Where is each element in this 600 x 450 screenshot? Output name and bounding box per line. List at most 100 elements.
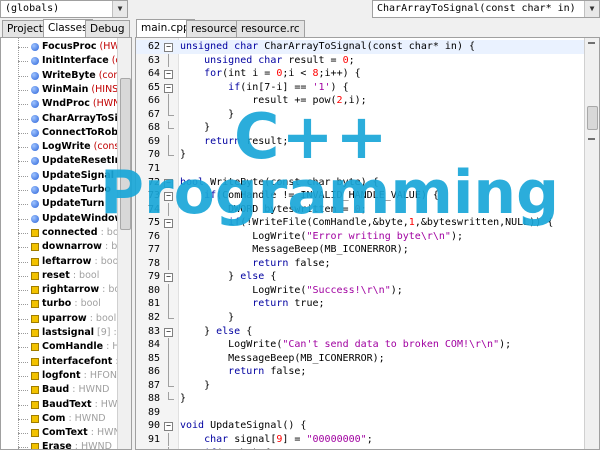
tree-branch-line xyxy=(18,175,28,177)
tree-item[interactable]: reset : bool xyxy=(1,269,117,283)
tree-item[interactable]: ComHandle : HAN xyxy=(1,340,131,354)
tree-item[interactable]: leftarrow : bool xyxy=(1,255,121,269)
code-line[interactable]: 82 } xyxy=(136,311,584,325)
function-icon xyxy=(31,143,39,152)
line-number: 67 xyxy=(147,108,160,120)
scrollbar-marker xyxy=(588,42,595,44)
tree-item-name: leftarrow xyxy=(42,255,92,267)
fold-minus-icon[interactable]: − xyxy=(164,273,173,283)
code-text: LogWrite("Error writing byte\r\n"); xyxy=(180,230,463,244)
tree-item[interactable]: Erase : HWND xyxy=(1,440,117,449)
fold-minus-icon[interactable]: − xyxy=(164,70,173,80)
tree-item[interactable]: Com : HWND xyxy=(1,412,117,426)
line-number: 90 xyxy=(147,420,160,432)
code-token: '1' xyxy=(312,81,331,93)
code-line[interactable]: 81 return true; xyxy=(136,297,584,311)
code-line[interactable]: 89 xyxy=(136,406,584,420)
tree-item-type: : HWND xyxy=(68,412,106,424)
tree-item[interactable]: lastsignal [9] : cha xyxy=(1,326,131,340)
code-token: LogWrite( xyxy=(180,339,283,351)
fold-minus-icon[interactable]: − xyxy=(164,83,173,93)
tree-item[interactable]: ConnectToRobot xyxy=(1,126,129,140)
class-browser-scrollbar[interactable] xyxy=(117,38,131,449)
variable-icon xyxy=(31,371,39,380)
code-token: ] = xyxy=(282,433,307,445)
function-icon xyxy=(31,157,39,166)
tree-item[interactable]: logfont : HFONT xyxy=(1,369,123,383)
tree-item[interactable]: WinMain (HINSTAN xyxy=(1,83,131,97)
code-line[interactable]: 88} xyxy=(136,392,584,406)
variable-icon xyxy=(31,400,39,409)
code-line[interactable]: 87 } xyxy=(136,378,584,393)
chevron-down-icon[interactable]: ▼ xyxy=(584,1,599,17)
code-line[interactable]: 63 unsigned char result = 0; xyxy=(136,53,584,68)
tree-item[interactable]: WriteByte (const c xyxy=(1,69,131,83)
fold-end-guide xyxy=(168,311,174,319)
code-line[interactable]: 84 LogWrite("Can't send data to broken C… xyxy=(136,338,584,352)
code-line[interactable]: 83− } else { xyxy=(136,325,584,339)
fold-minus-icon[interactable]: − xyxy=(164,43,173,52)
code-line[interactable]: 92 if(turbo) { xyxy=(136,446,584,449)
tree-branch-line xyxy=(18,247,28,249)
function-icon xyxy=(31,43,39,51)
tab-debug[interactable]: Debug xyxy=(85,20,130,37)
variable-icon xyxy=(31,286,39,295)
chevron-down-icon[interactable]: ▼ xyxy=(112,1,127,17)
function-icon xyxy=(31,214,39,223)
tree-branch-line xyxy=(18,89,28,91)
tree-item[interactable]: turbo : bool xyxy=(1,297,117,311)
code-line[interactable]: 65− if(in[7-i] == '1') { xyxy=(136,81,584,95)
tab-project[interactable]: Project xyxy=(2,20,48,37)
fold-minus-icon[interactable]: − xyxy=(164,422,173,432)
line-number: 81 xyxy=(147,298,160,310)
tree-item[interactable]: rightarrow : bool xyxy=(1,283,129,297)
function-combo[interactable]: CharArrayToSignal(const char* in) : unsi… xyxy=(372,0,600,18)
code-token: false; xyxy=(294,257,331,269)
code-line[interactable]: 78 return false; xyxy=(136,256,584,271)
function-icon xyxy=(31,100,39,109)
tree-item[interactable]: LogWrite (const ch xyxy=(1,140,131,154)
code-token: return xyxy=(252,298,295,310)
overlay-title-programming: Programming xyxy=(100,158,560,228)
scrollbar-thumb[interactable] xyxy=(587,106,598,130)
tree-item-name: reset xyxy=(42,269,70,281)
tree-item[interactable]: WndProc (HWND h xyxy=(1,97,131,111)
code-token: else xyxy=(240,271,271,283)
tree-item[interactable]: InitInterface (con xyxy=(1,54,131,68)
code-line[interactable]: 86 return false; xyxy=(136,365,584,379)
tree-item[interactable]: Baud : HWND xyxy=(1,383,117,397)
tree-item[interactable]: FocusProc (HWND xyxy=(1,40,131,54)
code-line[interactable]: 79− } else { xyxy=(136,270,584,284)
code-line[interactable]: 91 char signal[9] = "00000000"; xyxy=(136,432,584,447)
tree-item[interactable]: BaudText : HWND xyxy=(1,398,131,412)
tree-branch-line xyxy=(18,75,28,77)
editor-scrollbar[interactable] xyxy=(584,38,599,449)
tree-item-name: Com xyxy=(42,412,66,424)
tree-item[interactable]: uparrow : bool xyxy=(1,312,117,326)
code-token: MessageBeep(MB_ICONERROR); xyxy=(180,244,409,256)
code-line[interactable]: 85 MessageBeep(MB_ICONERROR); xyxy=(136,351,584,366)
fold-guide xyxy=(168,338,169,352)
code-line[interactable]: 77 MessageBeep(MB_ICONERROR); xyxy=(136,243,584,257)
tree-item[interactable]: interfacefont : H xyxy=(1,355,129,369)
tab-resource-rc[interactable]: resource.rc xyxy=(236,20,305,37)
code-token: (int i = xyxy=(222,68,277,80)
tree-item[interactable]: downarrow : bool xyxy=(1,240,131,254)
code-line[interactable]: 90− void UpdateSignal() { xyxy=(136,419,584,433)
code-line[interactable]: 62− unsigned char CharArrayToSignal(const… xyxy=(136,40,584,54)
code-token: } xyxy=(180,379,211,391)
fold-minus-icon[interactable]: − xyxy=(164,327,173,337)
tree-item[interactable]: CharArrayToSigna xyxy=(1,112,131,126)
code-line[interactable]: 76 LogWrite("Error writing byte\r\n"); xyxy=(136,229,584,244)
function-icon xyxy=(31,186,39,194)
tree-branch-line xyxy=(18,404,28,406)
code-line[interactable]: 80 LogWrite("Success!\r\n"); xyxy=(136,283,584,298)
tree-item[interactable]: ComText : HWND xyxy=(1,426,128,440)
code-line[interactable]: 64− for(int i = 0;i < 8;i++) { xyxy=(136,67,584,81)
tree-branch-line xyxy=(18,375,28,377)
code-editor[interactable]: 62− unsigned char CharArrayToSignal(const… xyxy=(135,37,600,450)
code-text: unsigned char CharArrayToSignal(const ch… xyxy=(180,40,475,54)
tree-item-name: connected xyxy=(42,226,98,238)
scope-combo[interactable]: (globals) ▼ xyxy=(0,0,128,18)
